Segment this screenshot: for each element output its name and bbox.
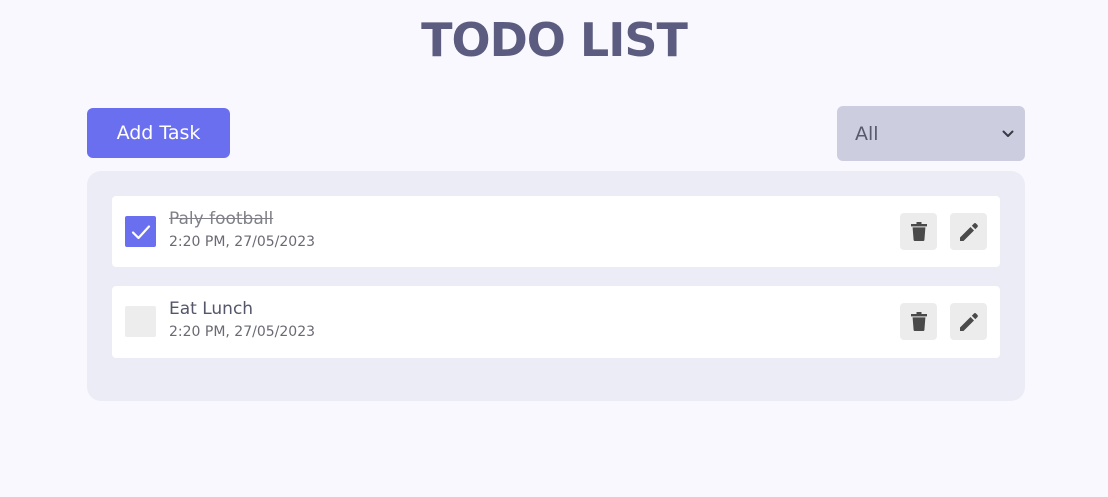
todo-app: TODO LIST Add Task All Paly football 2:2… [0, 0, 1108, 497]
trash-icon [910, 222, 927, 241]
chevron-down-icon [1001, 127, 1015, 141]
page-title: TODO LIST [421, 13, 688, 67]
pencil-icon [959, 222, 978, 241]
status-filter-select[interactable]: All [837, 106, 1025, 161]
trash-icon [910, 312, 927, 331]
task-list: Paly football 2:20 PM, 27/05/2023 Eat Lu… [87, 171, 1025, 401]
delete-task-button[interactable] [900, 213, 937, 250]
task-checkbox[interactable] [125, 216, 156, 247]
task-title: Eat Lunch [169, 299, 254, 319]
edit-task-button[interactable] [950, 213, 987, 250]
filter-selected-value: All [855, 122, 879, 145]
task-item: Paly football 2:20 PM, 27/05/2023 [112, 196, 1000, 267]
task-timestamp: 2:20 PM, 27/05/2023 [169, 234, 316, 250]
pencil-icon [959, 312, 978, 331]
task-timestamp: 2:20 PM, 27/05/2023 [169, 324, 316, 340]
edit-task-button[interactable] [950, 303, 987, 340]
task-item: Eat Lunch 2:20 PM, 27/05/2023 [112, 286, 1000, 358]
delete-task-button[interactable] [900, 303, 937, 340]
task-title: Paly football [169, 209, 274, 229]
check-icon [131, 224, 150, 239]
task-checkbox[interactable] [125, 306, 156, 337]
add-task-button[interactable]: Add Task [87, 108, 230, 158]
